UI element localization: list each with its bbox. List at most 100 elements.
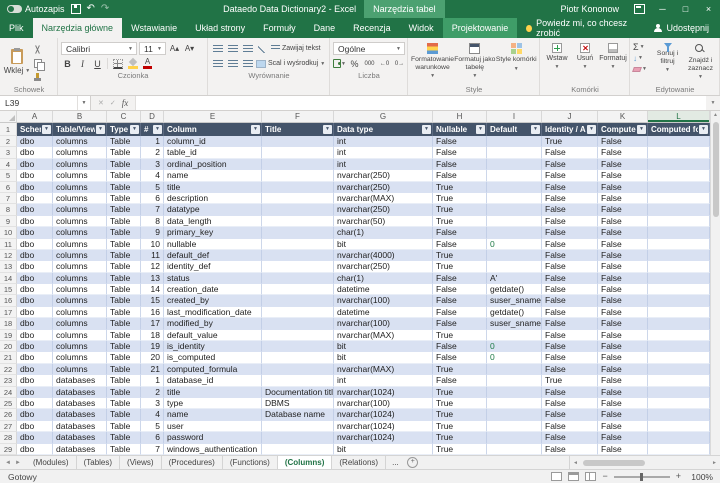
cell[interactable]: False — [598, 409, 648, 420]
cell[interactable]: True — [433, 432, 487, 443]
header-cell[interactable]: Data type▼ — [334, 123, 433, 136]
cell[interactable] — [487, 170, 542, 181]
header-cell[interactable]: Title▼ — [262, 123, 334, 136]
cell[interactable]: 7 — [141, 444, 164, 455]
cell[interactable]: Table — [107, 273, 141, 284]
cell[interactable]: Table — [107, 136, 141, 147]
tab-view[interactable]: Widok — [400, 18, 443, 38]
cell[interactable]: Table — [107, 398, 141, 409]
cell[interactable]: nvarchar(1024) — [334, 409, 433, 420]
cell[interactable]: 17 — [141, 318, 164, 329]
cell[interactable]: Table — [107, 307, 141, 318]
cell[interactable]: user — [164, 421, 262, 432]
cell[interactable]: dbo — [17, 261, 53, 272]
cell[interactable]: nvarchar(1024) — [334, 387, 433, 398]
cell[interactable] — [648, 364, 710, 375]
filter-button[interactable]: ▼ — [42, 125, 51, 134]
column-header-G[interactable]: G — [334, 111, 433, 123]
cell[interactable]: False — [598, 307, 648, 318]
cell[interactable]: Table — [107, 444, 141, 455]
bold-button[interactable]: B — [61, 57, 74, 70]
cell[interactable]: nvarchar(50) — [334, 216, 433, 227]
cell[interactable]: Table — [107, 284, 141, 295]
cell[interactable]: Table — [107, 261, 141, 272]
cell[interactable]: Table — [107, 250, 141, 261]
filter-button[interactable]: ▼ — [637, 125, 646, 134]
wrap-text-button[interactable]: Zawijaj tekst — [271, 45, 321, 52]
cell[interactable]: nvarchar(MAX) — [334, 330, 433, 341]
cell[interactable]: False — [433, 295, 487, 306]
cell[interactable]: False — [542, 170, 598, 181]
row-number-2[interactable]: 2 — [0, 136, 17, 147]
cell[interactable]: False — [598, 330, 648, 341]
cell[interactable]: columns — [53, 307, 107, 318]
cell[interactable]: dbo — [17, 227, 53, 238]
cell[interactable]: Table — [107, 341, 141, 352]
cell[interactable]: 0 — [487, 239, 542, 250]
zoom-slider-thumb[interactable] — [640, 473, 643, 481]
sheet-nav[interactable]: ◄ ► — [0, 456, 26, 469]
cell[interactable]: dbo — [17, 193, 53, 204]
cell[interactable]: False — [433, 341, 487, 352]
cell[interactable]: False — [542, 204, 598, 215]
column-header-L[interactable]: L — [648, 111, 710, 123]
cell[interactable] — [262, 421, 334, 432]
cell[interactable]: int — [334, 136, 433, 147]
row-number-9[interactable]: 9 — [0, 216, 17, 227]
cell[interactable] — [262, 273, 334, 284]
cell[interactable]: False — [542, 364, 598, 375]
cell[interactable] — [648, 284, 710, 295]
cell[interactable]: columns — [53, 341, 107, 352]
row-number-19[interactable]: 19 — [0, 330, 17, 341]
cell[interactable]: 11 — [141, 250, 164, 261]
cell[interactable]: primary_key — [164, 227, 262, 238]
cell[interactable]: False — [433, 227, 487, 238]
tab-table-design[interactable]: Projektowanie — [443, 18, 518, 38]
cell[interactable]: table_id — [164, 147, 262, 158]
row-number-22[interactable]: 22 — [0, 364, 17, 375]
cell[interactable]: dbo — [17, 182, 53, 193]
undo-icon[interactable]: ↶ — [87, 4, 95, 14]
user-name[interactable]: Piotr Kononow — [551, 4, 628, 14]
cell[interactable]: A' — [487, 273, 542, 284]
cell[interactable]: columns — [53, 318, 107, 329]
cell[interactable]: Table — [107, 375, 141, 386]
cell[interactable]: dbo — [17, 330, 53, 341]
cell[interactable]: 0 — [487, 352, 542, 363]
cell[interactable]: False — [598, 318, 648, 329]
cell[interactable] — [487, 398, 542, 409]
tab-formulas[interactable]: Formuły — [254, 18, 305, 38]
filter-button[interactable]: ▼ — [130, 125, 139, 134]
cell[interactable] — [262, 204, 334, 215]
cell[interactable] — [648, 261, 710, 272]
cell[interactable]: password — [164, 432, 262, 443]
cell[interactable] — [487, 364, 542, 375]
fill-button[interactable]: ↓▼ — [633, 54, 651, 63]
cell[interactable]: char(1) — [334, 227, 433, 238]
cell[interactable] — [487, 421, 542, 432]
cell[interactable]: Table — [107, 193, 141, 204]
cell[interactable] — [262, 307, 334, 318]
header-cell[interactable]: Default▼ — [487, 123, 542, 136]
row-number-8[interactable]: 8 — [0, 204, 17, 215]
cell[interactable]: False — [433, 307, 487, 318]
row-number-21[interactable]: 21 — [0, 352, 17, 363]
cell[interactable]: False — [542, 284, 598, 295]
cell[interactable]: False — [598, 159, 648, 170]
close-button[interactable]: × — [697, 0, 720, 18]
cell[interactable] — [648, 273, 710, 284]
header-cell[interactable]: #▼ — [141, 123, 164, 136]
cell[interactable]: True — [433, 182, 487, 193]
cell[interactable] — [487, 147, 542, 158]
row-number-12[interactable]: 12 — [0, 250, 17, 261]
cell[interactable] — [648, 398, 710, 409]
cell[interactable]: False — [598, 170, 648, 181]
cell[interactable] — [262, 444, 334, 455]
cell[interactable]: 2 — [141, 387, 164, 398]
cell[interactable]: False — [598, 182, 648, 193]
decrease-font-button[interactable]: A▾ — [183, 42, 196, 55]
increase-decimal-button[interactable]: ←0 — [378, 57, 391, 70]
align-middle-button[interactable] — [226, 42, 239, 55]
cell[interactable]: columns — [53, 136, 107, 147]
cell[interactable]: columns — [53, 284, 107, 295]
